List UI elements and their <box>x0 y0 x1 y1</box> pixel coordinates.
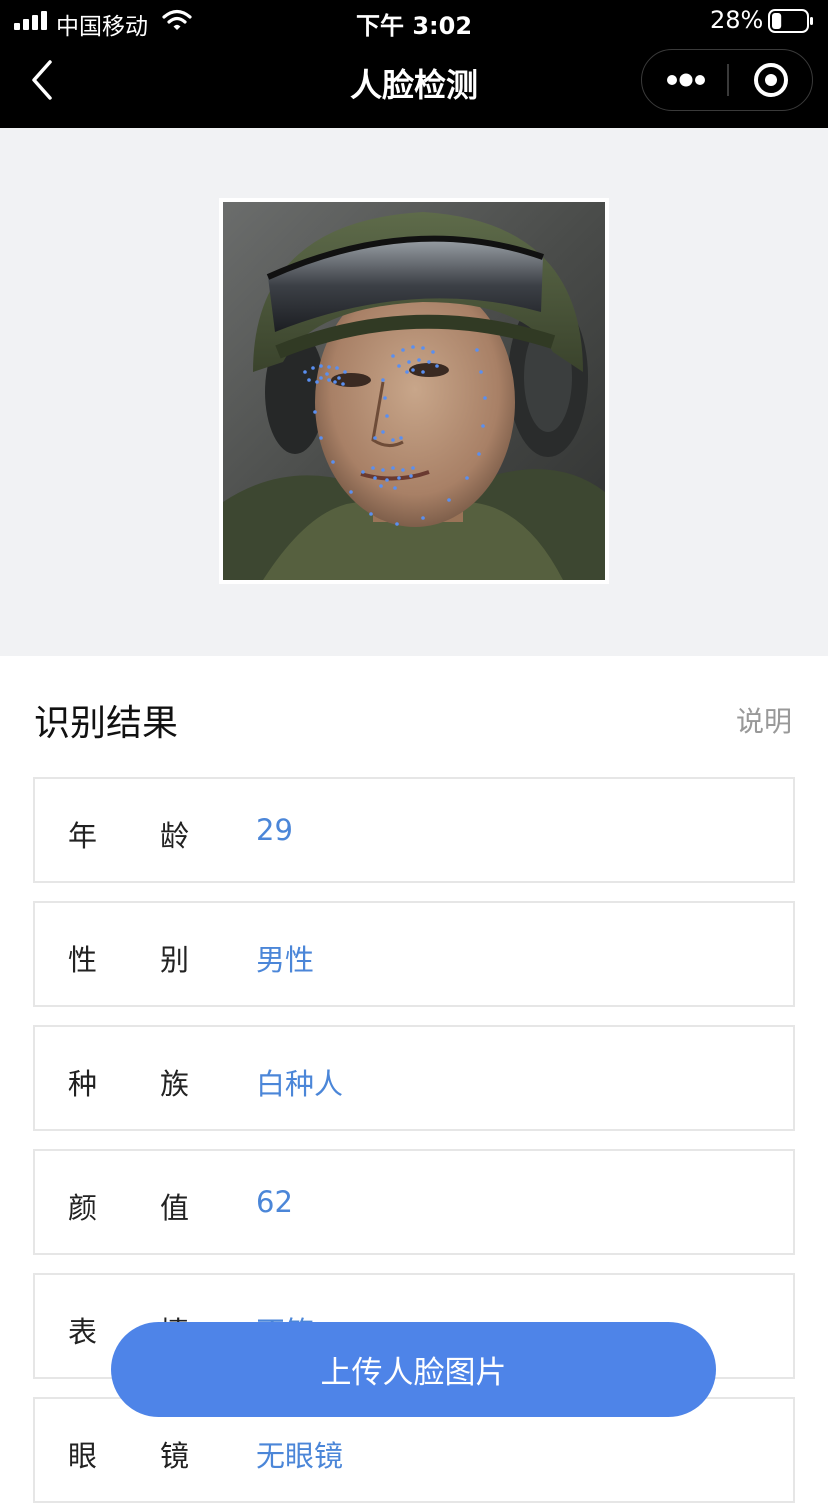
landmark-dot <box>417 358 421 362</box>
landmark-dot <box>479 370 483 374</box>
landmark-dot <box>481 424 485 428</box>
race-label-2: 族 <box>160 1067 190 1101</box>
race-label-1: 种 <box>68 1067 98 1101</box>
landmark-dot <box>311 366 315 370</box>
landmark-dot <box>325 372 329 376</box>
landmark-dot <box>381 378 385 382</box>
landmark-dot <box>427 360 431 364</box>
race-value: 白种人 <box>256 1067 344 1101</box>
landmark-dot <box>397 364 401 368</box>
status-time: 下午 3:02 <box>355 12 473 40</box>
status-bar: 中国移动 下午 3:02 28% <box>0 0 828 42</box>
landmark-dot <box>383 396 387 400</box>
landmark-dot <box>341 382 345 386</box>
landmark-dot <box>431 350 435 354</box>
landmark-dot <box>385 414 389 418</box>
landmark-dot <box>393 486 397 490</box>
glasses-label-2: 镜 <box>160 1439 190 1473</box>
landmark-dot <box>421 370 425 374</box>
landmark-dot <box>411 368 415 372</box>
landmark-dot <box>435 364 439 368</box>
nav-bar: 人脸检测 <box>0 42 828 128</box>
landmark-dot <box>465 476 469 480</box>
battery-percent: 28% <box>710 6 764 34</box>
landmark-dot <box>407 360 411 364</box>
landmark-dot <box>327 378 331 382</box>
gender-label-2: 别 <box>160 943 190 977</box>
landmark-dot <box>411 345 415 349</box>
landmark-dot <box>373 476 377 480</box>
expression-label-1: 表 <box>68 1315 98 1349</box>
landmark-dot <box>327 365 331 369</box>
landmark-dot <box>319 364 323 368</box>
landmark-dot <box>307 378 311 382</box>
miniprogram-capsule <box>641 49 813 111</box>
glasses-value: 无眼镜 <box>256 1439 344 1473</box>
face-photo <box>219 198 609 584</box>
landmark-dot <box>379 484 383 488</box>
gender-value: 男性 <box>256 943 315 977</box>
landmark-dot <box>401 468 405 472</box>
landmark-dot <box>369 512 373 516</box>
landmark-dot <box>447 498 451 502</box>
glasses-label-1: 眼 <box>68 1439 98 1473</box>
battery-level <box>772 13 782 29</box>
result-row-race: 种 族 白种人 <box>33 1025 795 1131</box>
landmark-dot <box>395 522 399 526</box>
upload-face-button[interactable]: 上传人脸图片 <box>111 1322 716 1417</box>
result-row-gender: 性 别 男性 <box>33 901 795 1007</box>
landmark-dot <box>409 474 413 478</box>
results-title: 识别结果 <box>34 703 179 744</box>
landmark-dot <box>319 376 323 380</box>
landmark-dot <box>421 516 425 520</box>
landmark-dot <box>483 396 487 400</box>
landmark-dot <box>381 430 385 434</box>
battery-icon <box>768 9 813 33</box>
landmark-dot <box>381 468 385 472</box>
landmark-dot <box>333 380 337 384</box>
landmark-dot <box>331 460 335 464</box>
landmark-dot <box>391 438 395 442</box>
age-value: 29 <box>256 813 293 847</box>
landmark-dot <box>313 410 317 414</box>
landmark-dot <box>361 470 365 474</box>
landmark-dot <box>349 490 353 494</box>
landmark-dot <box>343 370 347 374</box>
beauty-label-1: 颜 <box>68 1191 98 1225</box>
gender-label-1: 性 <box>68 943 98 977</box>
soldier-portrait-image <box>223 202 605 580</box>
target-circle-icon <box>754 63 788 97</box>
landmark-dot <box>391 354 395 358</box>
landmark-dot <box>315 380 319 384</box>
landmark-dot <box>391 466 395 470</box>
landmark-dot <box>385 478 389 482</box>
more-dots-icon <box>667 73 705 87</box>
help-link[interactable]: 说明 <box>736 700 792 740</box>
landmark-dot <box>303 370 307 374</box>
landmark-dot <box>335 366 339 370</box>
landmark-dot <box>411 466 415 470</box>
age-label-1: 年 <box>68 819 98 853</box>
result-row-age: 年 龄 29 <box>33 777 795 883</box>
image-preview-area <box>0 128 828 656</box>
age-label-2: 龄 <box>160 819 190 853</box>
landmark-dot <box>397 476 401 480</box>
landmark-dot <box>319 436 323 440</box>
landmark-dot <box>477 452 481 456</box>
close-miniprogram-button[interactable] <box>729 50 813 109</box>
result-row-beauty: 颜 值 62 <box>33 1149 795 1255</box>
landmark-dot <box>373 436 377 440</box>
more-button[interactable] <box>642 50 728 109</box>
landmark-dot <box>475 348 479 352</box>
landmark-dot <box>421 346 425 350</box>
beauty-label-2: 值 <box>160 1191 190 1225</box>
landmark-dot <box>401 348 405 352</box>
landmark-dot <box>337 376 341 380</box>
landmark-dot <box>371 466 375 470</box>
beauty-value: 62 <box>256 1185 293 1219</box>
landmark-dot <box>399 436 403 440</box>
landmark-dot <box>405 370 409 374</box>
